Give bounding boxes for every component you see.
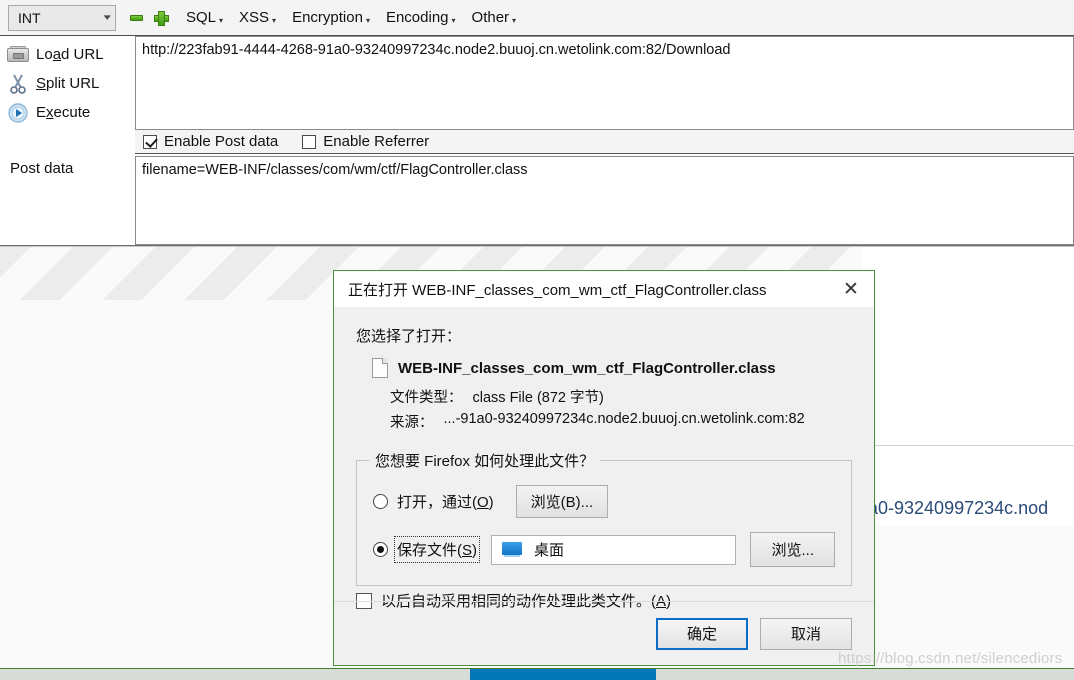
open-with-row[interactable]: 打开，通过(O) 浏览(B)... <box>373 485 835 518</box>
minus-icon <box>129 14 143 21</box>
file-source-key: 来源： <box>390 415 434 431</box>
plus-icon <box>153 11 169 26</box>
enable-post-data-checkbox[interactable]: Enable Post data <box>143 133 278 150</box>
file-row: WEB-INF_classes_com_wm_ctf_FlagControlle… <box>372 358 852 378</box>
browse-app-button[interactable]: 浏览(B)... <box>515 485 609 518</box>
checkbox-icon <box>143 134 157 149</box>
caret-down-icon: ▾ <box>512 16 517 25</box>
enable-referrer-label: Enable Referrer <box>323 133 430 150</box>
close-icon[interactable]: ✕ <box>828 271 874 307</box>
watermark: https://blog.csdn.net/silencediors <box>838 650 1063 667</box>
post-data-input[interactable]: filename=WEB-INF/classes/com/wm/ctf/Flag… <box>135 156 1074 245</box>
browse-folder-button[interactable]: 浏览... <box>750 532 835 567</box>
enable-referrer-checkbox[interactable]: Enable Referrer <box>302 133 429 150</box>
dialog-title: 正在打开 WEB-INF_classes_com_wm_ctf_FlagCont… <box>348 281 767 299</box>
save-file-row[interactable]: 保存文件(S) 桌面 浏览... <box>373 532 835 567</box>
save-file-radio[interactable] <box>373 542 388 557</box>
load-url-icon <box>0 45 36 64</box>
save-file-label: 保存文件(S) <box>393 536 481 563</box>
menu-sql[interactable]: SQL ▾ <box>186 9 223 26</box>
file-name: WEB-INF_classes_com_wm_ctf_FlagControlle… <box>398 359 776 377</box>
split-url-icon <box>0 74 36 94</box>
add-button[interactable] <box>150 8 170 28</box>
menu-encryption[interactable]: Encryption ▾ <box>292 9 370 26</box>
file-type-key: 文件类型： <box>390 390 463 406</box>
menu-xss[interactable]: XSS ▾ <box>239 9 276 26</box>
execute-label: Execute <box>36 104 91 121</box>
chevron-down-icon: ▾ <box>104 12 112 22</box>
background-partial-text: a0-93240997234c.nod <box>868 498 1049 518</box>
hackbar-toolbar: INT ▾ SQL ▾ XSS ▾ Encryption ▾ Encoding … <box>0 0 1074 247</box>
handling-fieldset: 您想要 Firefox 如何处理此文件？ 打开，通过(O) 浏览(B)... 保… <box>356 450 852 586</box>
menu-other[interactable]: Other ▾ <box>472 9 517 26</box>
split-url-button[interactable]: Split URL <box>0 69 135 98</box>
load-url-label: Load URL <box>36 46 104 63</box>
dialog-lead-text: 您选择了打开： <box>356 328 462 345</box>
type-select[interactable]: INT ▾ <box>8 4 116 31</box>
type-select-value: INT <box>18 9 41 26</box>
toolbar-divider <box>0 245 1074 247</box>
ok-button[interactable]: 确定 <box>656 617 748 650</box>
file-source-row: 来源： ...-91a0-93240997234c.node2.buuoj.cn… <box>390 411 852 432</box>
open-with-label: 打开，通过(O) <box>397 494 494 511</box>
play-icon <box>8 102 28 123</box>
menu-other-label: Other <box>471 9 510 26</box>
open-with-radio[interactable] <box>373 494 388 509</box>
hackbar-options-row: Enable Post data Enable Referrer <box>135 130 1074 154</box>
desktop-monitor-icon <box>502 542 523 557</box>
remove-button[interactable] <box>126 8 146 28</box>
screen: a0-93240997234c.nod INT ▾ SQL ▾ XSS ▾ En… <box>0 0 1074 680</box>
post-data-label: Post data <box>10 160 74 177</box>
menu-sql-label: SQL <box>186 9 217 26</box>
save-path-field[interactable]: 桌面 <box>491 534 737 565</box>
execute-icon <box>0 102 36 123</box>
dialog-footer: 确定 取消 <box>334 601 874 665</box>
enable-post-data-label: Enable Post data <box>164 133 279 150</box>
split-url-label: Split URL <box>36 75 100 92</box>
menu-xss-label: XSS <box>239 9 270 26</box>
dialog-body: 您选择了打开： WEB-INF_classes_com_wm_ctf_FlagC… <box>334 307 874 611</box>
scissors-icon <box>10 74 26 94</box>
download-dialog: 正在打开 WEB-INF_classes_com_wm_ctf_FlagCont… <box>333 270 875 666</box>
menu-encryption-label: Encryption <box>292 9 363 26</box>
file-type-row: 文件类型： class File (872 字节) <box>390 386 852 407</box>
url-input[interactable]: http://223fab91-4444-4268-91a0-932409972… <box>135 36 1074 130</box>
caret-down-icon: ▾ <box>365 16 370 25</box>
file-source-value: ...-91a0-93240997234c.node2.buuoj.cn.wet… <box>443 411 805 427</box>
menu-encoding-label: Encoding <box>385 9 449 26</box>
execute-button[interactable]: Execute <box>0 98 135 127</box>
hackbar-menu-row: INT ▾ SQL ▾ XSS ▾ Encryption ▾ Encoding … <box>0 0 1074 36</box>
save-path-value: 桌面 <box>534 542 565 559</box>
menu-encoding[interactable]: Encoding ▾ <box>386 9 456 26</box>
background-panel-top <box>862 247 1074 445</box>
caret-down-icon: ▾ <box>451 16 456 25</box>
checkbox-icon <box>302 134 317 149</box>
handling-legend: 您想要 Firefox 如何处理此文件？ <box>375 453 595 470</box>
dialog-titlebar: 正在打开 WEB-INF_classes_com_wm_ctf_FlagCont… <box>334 271 874 307</box>
file-icon <box>372 358 388 378</box>
hackbar-action-column: Load URL Split URL Execute <box>0 36 135 141</box>
caret-down-icon: ▾ <box>219 16 224 25</box>
cancel-button[interactable]: 取消 <box>760 617 852 650</box>
load-url-button[interactable]: Load URL <box>0 40 135 69</box>
caret-down-icon: ▾ <box>272 16 277 25</box>
taskbar-active-item[interactable] <box>470 669 656 680</box>
file-type-value: class File (872 字节) <box>472 390 604 406</box>
